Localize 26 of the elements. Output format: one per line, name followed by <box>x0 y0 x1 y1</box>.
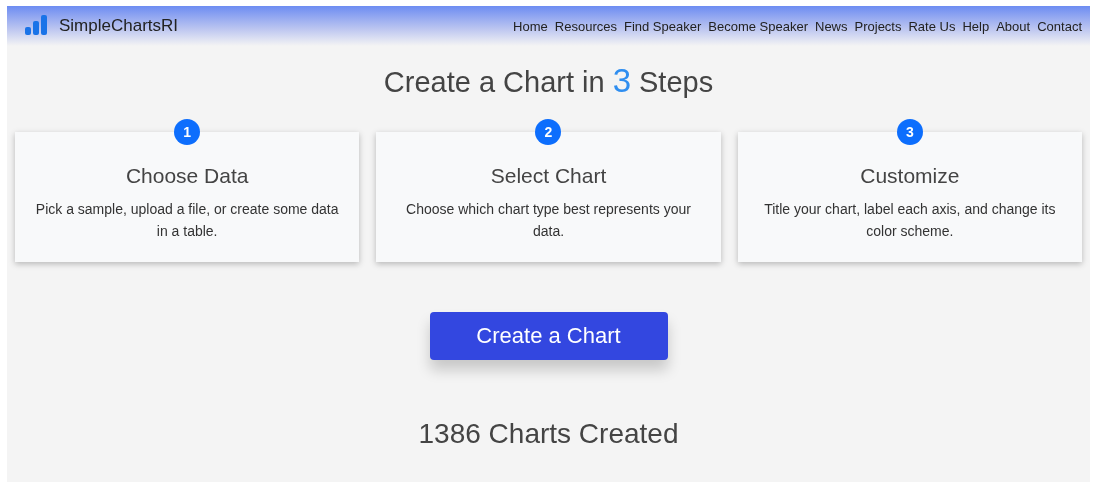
nav-link[interactable]: Projects <box>854 18 902 34</box>
step-number-badge: 2 <box>535 119 562 145</box>
nav-link[interactable]: Resources <box>554 18 617 34</box>
heading-number: 3 <box>612 62 631 100</box>
step-description: Title your chart, label each axis, and change its color scheme. <box>763 200 1057 241</box>
nav-link[interactable]: Become Speaker <box>708 18 808 34</box>
step-title: Choose Data <box>125 164 249 188</box>
nav-link[interactable]: Find Speaker <box>623 18 702 34</box>
nav-link[interactable]: About <box>996 18 1031 34</box>
brand-name[interactable]: SimpleChartsRI <box>59 16 179 36</box>
create-chart-button[interactable]: Create a Chart <box>429 312 668 360</box>
bar-chart-icon <box>25 15 47 37</box>
step-title: Customize <box>860 164 960 188</box>
page-heading: Create a Chart in <box>383 66 605 99</box>
step-description: Choose which chart type best represents your data. <box>405 200 692 241</box>
page-heading: Steps <box>639 66 714 99</box>
step-description: Pick a sample, upload a file, or create some data in a table. <box>34 200 340 241</box>
step-number-badge: 1 <box>174 119 201 145</box>
nav-link[interactable]: Contact <box>1037 18 1082 34</box>
nav-link[interactable]: News <box>815 18 848 34</box>
nav-link[interactable]: Home <box>513 18 548 34</box>
charts-created-counter: 1386 Charts Created <box>418 418 679 450</box>
nav-link[interactable]: Help <box>962 18 990 34</box>
step-number-badge: 3 <box>896 119 923 145</box>
step-title: Select Chart <box>490 164 607 188</box>
nav-link[interactable]: Rate Us <box>908 18 956 34</box>
